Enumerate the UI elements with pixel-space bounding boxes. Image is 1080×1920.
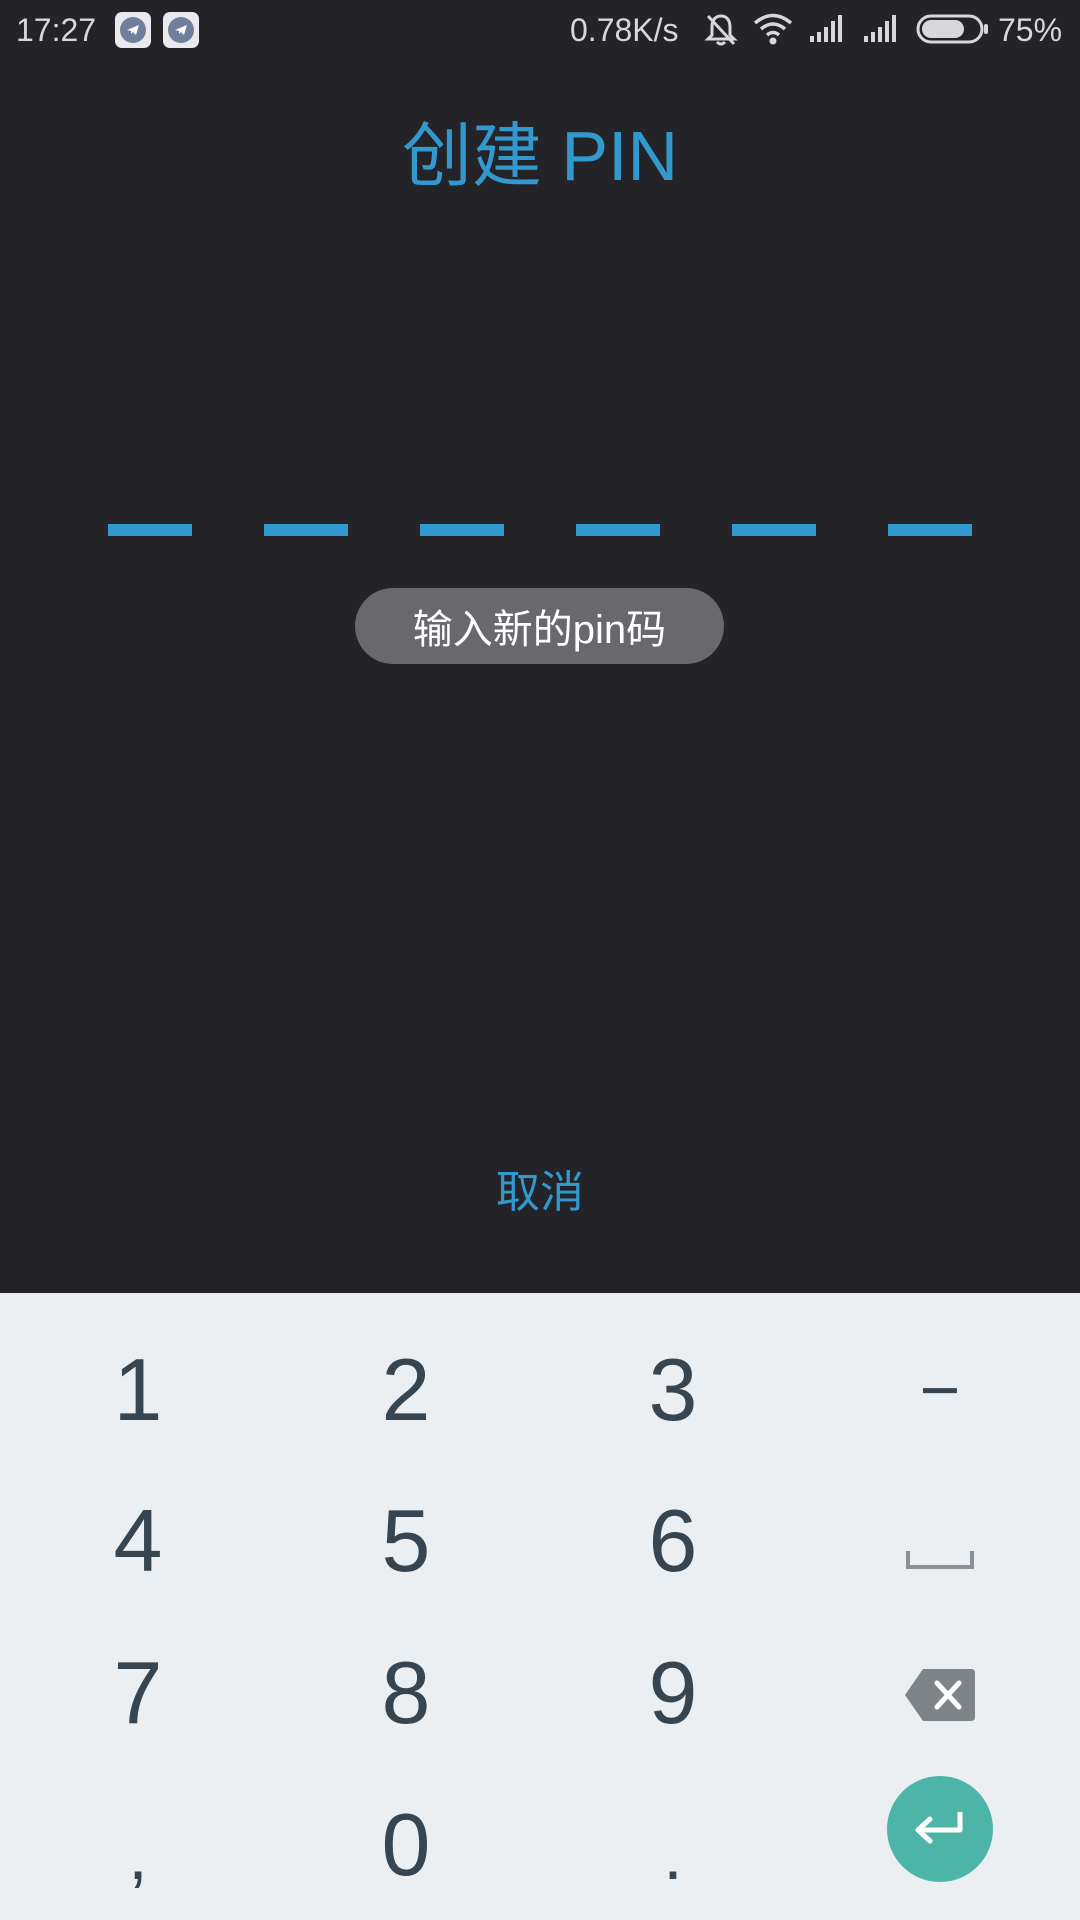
- key-minus[interactable]: −: [840, 1325, 1040, 1455]
- telegram-icon: [163, 12, 199, 48]
- key-space[interactable]: [840, 1476, 1040, 1606]
- status-bar: 17:27 0.78K/s 75%: [0, 0, 1080, 62]
- key-9[interactable]: 9: [573, 1628, 773, 1758]
- key-4[interactable]: 4: [38, 1476, 238, 1606]
- key-period[interactable]: .: [573, 1790, 773, 1920]
- battery-icon: [916, 14, 990, 52]
- pin-slot: [420, 524, 504, 536]
- key-5[interactable]: 5: [306, 1476, 506, 1606]
- toast-message: 输入新的pin码: [355, 588, 724, 664]
- page-title: 创建 PIN: [401, 117, 679, 195]
- space-icon: [905, 1490, 975, 1592]
- key-comma[interactable]: ,: [38, 1790, 238, 1920]
- enter-icon: [910, 1808, 970, 1851]
- enter-button[interactable]: [887, 1776, 993, 1882]
- key-2[interactable]: 2: [306, 1325, 506, 1455]
- pin-slot: [576, 524, 660, 536]
- backspace-icon: [903, 1642, 977, 1744]
- key-0[interactable]: 0: [306, 1780, 506, 1910]
- battery-percent: 75%: [998, 12, 1063, 48]
- key-1[interactable]: 1: [38, 1325, 238, 1455]
- signal-icon: [862, 12, 902, 52]
- signal-icon: [808, 12, 848, 52]
- pin-slot: [264, 524, 348, 536]
- key-8[interactable]: 8: [306, 1628, 506, 1758]
- key-7[interactable]: 7: [38, 1628, 238, 1758]
- pin-slot: [732, 524, 816, 536]
- status-time: 17:27: [16, 12, 97, 48]
- key-3[interactable]: 3: [573, 1325, 773, 1455]
- pin-slot: [108, 524, 192, 536]
- backspace-button[interactable]: [840, 1628, 1040, 1758]
- cancel-button[interactable]: 取消: [440, 1155, 640, 1221]
- network-speed: 0.78K/s: [570, 12, 679, 48]
- bell-muted-icon: [704, 12, 738, 56]
- telegram-icon: [115, 12, 151, 48]
- pin-slot: [888, 524, 972, 536]
- pin-indicator: [0, 524, 1080, 536]
- wifi-icon: [752, 12, 794, 54]
- key-6[interactable]: 6: [573, 1476, 773, 1606]
